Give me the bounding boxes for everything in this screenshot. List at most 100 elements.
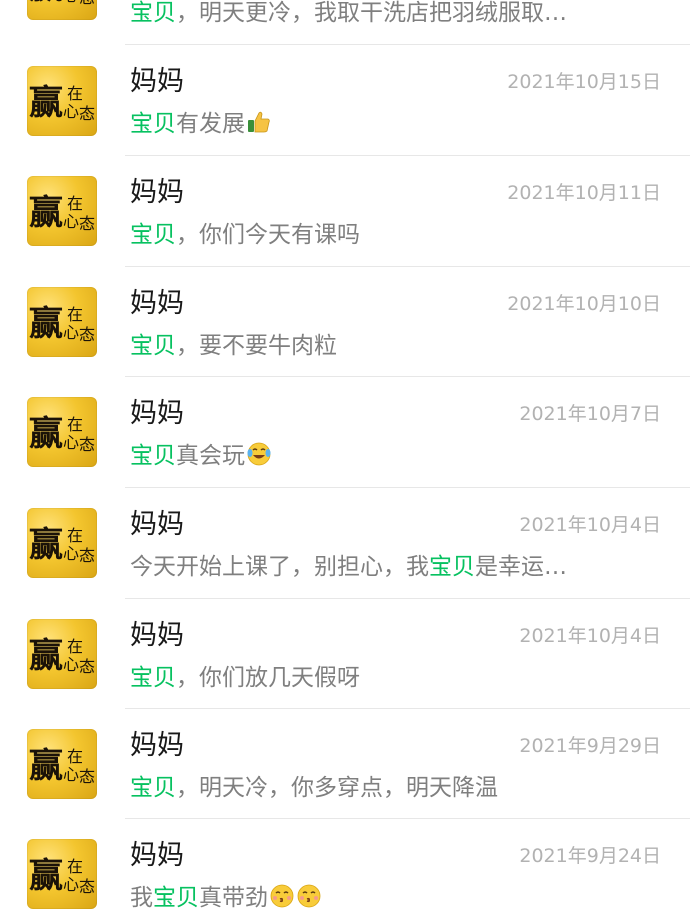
avatar-text-small: 态 (79, 325, 96, 344)
avatar-text-main: 赢 (29, 636, 63, 676)
avatar-text-small: 在 (67, 84, 84, 103)
avatar-text-main: 赢 (29, 304, 63, 344)
keyword-highlight: 宝贝 (429, 554, 475, 580)
message-date: 2021年9月24日 (519, 845, 661, 867)
message-date: 2021年10月4日 (519, 514, 661, 536)
message-post: ，你们今天有课吗 (176, 222, 360, 248)
contact-name: 妈妈 (130, 730, 184, 761)
keyword-highlight: 宝贝 (130, 443, 176, 469)
contact-name: 妈妈 (130, 398, 184, 429)
avatar: 赢 在 心 态 (27, 619, 97, 689)
message-preview: 宝贝，明天更冷，我取干洗店把羽绒服取… (130, 0, 660, 28)
avatar: 赢 在 心 态 (27, 66, 97, 136)
avatar-text-small: 态 (79, 767, 96, 786)
message-post: 真会玩 (176, 443, 245, 469)
keyword-highlight: 宝贝 (153, 885, 199, 911)
avatar-text-small: 态 (79, 104, 96, 123)
thumbs-up-icon (246, 109, 272, 143)
message-preview: 今天开始上课了，别担心，我宝贝是幸运… (130, 552, 660, 582)
avatar-text-small: 态 (79, 546, 96, 565)
keyword-highlight: 宝贝 (130, 775, 176, 801)
message-preview: 宝贝有发展 (130, 109, 660, 143)
message-date: 2021年10月15日 (507, 71, 661, 93)
message-preview: 宝贝真会玩 (130, 441, 660, 475)
contact-name: 妈妈 (130, 509, 184, 540)
avatar-text-small: 心 (63, 875, 80, 894)
avatar-text-small: 态 (79, 214, 96, 233)
list-item[interactable]: 赢 在 心 态 宝贝，明天更冷，我取干洗店把羽绒服取… (0, 0, 690, 45)
list-item[interactable]: 赢 在 心 态 妈妈 2021年10月15日 宝贝有发展 (0, 45, 690, 155)
avatar: 赢 在 心 态 (27, 397, 97, 467)
search-results-list: 赢 在 心 态 宝贝，明天更冷，我取干洗店把羽绒服取… 赢 在 心 态 妈妈 2… (0, 0, 690, 919)
avatar-text-small: 心 (63, 655, 80, 674)
avatar-text-small: 态 (79, 0, 95, 6)
keyword-highlight: 宝贝 (130, 665, 176, 691)
avatar-text-small: 心 (63, 544, 80, 563)
avatar-text-small: 在 (67, 305, 84, 324)
message-date: 2021年10月11日 (507, 182, 661, 204)
avatar-text-small: 在 (67, 747, 84, 766)
list-item[interactable]: 赢 在 心 态 妈妈 2021年10月10日 宝贝，要不要牛肉粒 (0, 267, 690, 377)
contact-name: 妈妈 (130, 288, 184, 319)
avatar-text-small: 心 (63, 0, 79, 4)
message-preview: 宝贝，你们今天有课吗 (130, 220, 660, 250)
avatar-text-small: 态 (79, 435, 96, 454)
list-item[interactable]: 赢 在 心 态 妈妈 2021年9月24日 我宝贝真带劲 (0, 819, 690, 919)
avatar-text-small: 心 (63, 765, 80, 784)
message-preview: 宝贝，要不要牛肉粒 (130, 331, 660, 361)
avatar: 赢 在 心 态 (27, 729, 97, 799)
message-post: ，明天冷，你多穿点，明天降温 (176, 775, 498, 801)
avatar-text-main: 赢 (29, 525, 63, 565)
keyword-highlight: 宝贝 (130, 111, 176, 137)
avatar-text-main: 赢 (29, 83, 63, 123)
keyword-highlight: 宝贝 (130, 0, 176, 26)
list-item[interactable]: 赢 在 心 态 妈妈 2021年9月29日 宝贝，明天冷，你多穿点，明天降温 (0, 709, 690, 819)
keyword-highlight: 宝贝 (130, 333, 176, 359)
list-item[interactable]: 赢 在 心 态 妈妈 2021年10月4日 宝贝，你们放几天假呀 (0, 599, 690, 709)
avatar-text-main: 赢 (29, 193, 63, 233)
avatar-text-small: 心 (63, 433, 80, 452)
message-post: ，明天更冷，我取干洗店把羽绒服取… (176, 0, 567, 26)
list-item[interactable]: 赢 在 心 态 妈妈 2021年10月11日 宝贝，你们今天有课吗 (0, 156, 690, 266)
laughing-crying-emoji-icon (246, 441, 273, 475)
message-post: 有发展 (176, 111, 245, 137)
message-pre: 今天开始上课了，别担心，我 (130, 554, 429, 580)
avatar-text-small: 心 (63, 323, 80, 342)
contact-name: 妈妈 (130, 840, 184, 871)
avatar: 赢 在 心 态 (27, 176, 97, 246)
avatar-text-main: 赢 (29, 856, 63, 896)
message-post: ，要不要牛肉粒 (176, 333, 337, 359)
message-post: ，你们放几天假呀 (176, 665, 360, 691)
avatar-text-main: 赢 (29, 0, 63, 4)
contact-name: 妈妈 (130, 177, 184, 208)
message-date: 2021年10月7日 (519, 403, 661, 425)
message-preview: 宝贝，你们放几天假呀 (130, 663, 660, 693)
message-preview: 我宝贝真带劲 (130, 883, 660, 917)
avatar: 赢 在 心 态 (27, 0, 97, 20)
avatar-text-small: 态 (79, 657, 96, 676)
message-post: 真带劲 (199, 885, 268, 911)
message-post: 是幸运… (475, 554, 567, 580)
contact-name: 妈妈 (130, 66, 184, 97)
kissing-face-icon (296, 883, 322, 917)
avatar: 赢 在 心 态 (27, 287, 97, 357)
avatar-text-main: 赢 (29, 746, 63, 786)
avatar-text-small: 心 (63, 102, 80, 121)
list-item[interactable]: 赢 在 心 态 妈妈 2021年10月4日 今天开始上课了，别担心，我宝贝是幸运… (0, 488, 690, 598)
avatar: 赢 在 心 态 (27, 508, 97, 578)
kissing-face-icon (269, 883, 295, 917)
message-date: 2021年10月10日 (507, 293, 661, 315)
avatar-text-small: 在 (67, 526, 84, 545)
avatar-text-small: 在 (67, 857, 84, 876)
message-date: 2021年9月29日 (519, 735, 661, 757)
avatar-text-small: 在 (67, 194, 84, 213)
message-pre: 我 (130, 885, 153, 911)
message-date: 2021年10月4日 (519, 625, 661, 647)
avatar: 赢 在 心 态 (27, 839, 97, 909)
contact-name: 妈妈 (130, 620, 184, 651)
list-item[interactable]: 赢 在 心 态 妈妈 2021年10月7日 宝贝真会玩 (0, 377, 690, 487)
avatar-text-small: 在 (67, 637, 84, 656)
avatar-text-small: 心 (63, 212, 80, 231)
avatar-text-main: 赢 (29, 414, 63, 454)
avatar-text-small: 态 (79, 877, 96, 896)
